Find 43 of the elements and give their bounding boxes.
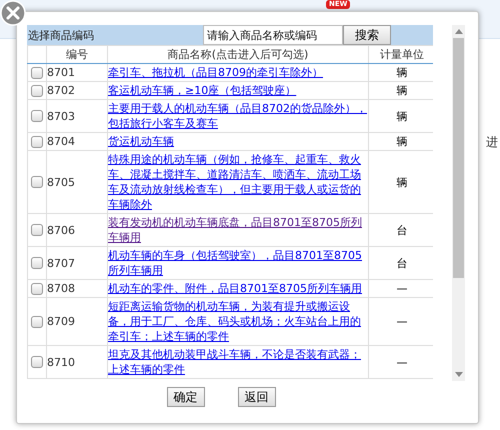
down-arrow-icon[interactable]	[454, 372, 463, 377]
table-cell: 8704	[46, 132, 108, 150]
column-header: 编号	[46, 46, 108, 64]
table-cell: 8703	[46, 100, 108, 132]
row-checkbox[interactable]	[31, 224, 43, 236]
search-button[interactable]: 搜索	[343, 25, 392, 45]
close-icon[interactable]	[0, 0, 26, 26]
up-arrow-icon[interactable]	[454, 29, 463, 34]
dialog-button[interactable]: 确定	[166, 387, 204, 407]
row-checkbox[interactable]	[31, 282, 43, 295]
row-checkbox[interactable]	[31, 257, 43, 270]
row-checkbox[interactable]	[31, 176, 43, 188]
scrollbar[interactable]	[452, 25, 465, 381]
row-checkbox[interactable]	[31, 66, 43, 79]
product-link[interactable]: 牵引车、拖拉机（品目8709的牵引车除外）	[108, 65, 368, 80]
table-cell: 8701	[46, 64, 108, 82]
product-link[interactable]: 装有发动机的机动车辆底盘，品目8701至8705所列车辆用	[108, 215, 368, 245]
dialog-button[interactable]: 返回	[238, 387, 276, 407]
row-checkbox[interactable]	[31, 110, 43, 122]
product-link[interactable]: 特殊用途的机动车辆（例如，抢修车、起重车、救火车、混凝土搅拌车、道路清洁车、喷洒车、流动工场车及流动放射线检查车），但主要用于载人或运货的车辆除外	[108, 152, 368, 212]
row-checkbox[interactable]	[31, 356, 43, 368]
table-cell: 8706	[46, 214, 108, 246]
product-link[interactable]: 坦克及其他机动装甲战斗车辆，不论是否装有武器；上述车辆的零件	[108, 347, 368, 377]
product-link[interactable]: 主要用于载人的机动车辆（品目8702的货品除外），包括旅行小客车及赛车	[108, 101, 368, 131]
column-header: 计量单位	[368, 46, 434, 64]
row-checkbox[interactable]	[31, 316, 43, 328]
product-link[interactable]: 客运机动车辆，≥10座（包括驾驶座）	[108, 83, 368, 98]
scroll-thumb[interactable]	[453, 38, 464, 278]
table-cell: 8707	[46, 246, 108, 280]
row-checkbox[interactable]	[31, 136, 43, 148]
column-header: 商品名称(点击进入后可勾选)	[108, 46, 368, 64]
product-link[interactable]: 机动车的零件、附件，品目8701至8705所列车辆用	[108, 281, 368, 296]
product-link[interactable]: 短距离运输货物的机动车辆，为装有提升或搬运设备，用于工厂、仓库、码头或机场；火车站台上用的牵引车；上述车辆的零件	[108, 299, 368, 344]
row-checkbox[interactable]	[31, 84, 43, 97]
table-cell: 8709	[46, 298, 108, 346]
table-cell: 8708	[46, 280, 108, 298]
table-cell: 8705	[46, 150, 108, 214]
product-link[interactable]: 货运机动车辆	[108, 134, 368, 149]
search-field[interactable]: 请输入商品名称或编码	[203, 25, 344, 45]
product-link[interactable]: 机动车辆的车身（包括驾驶室），品目8701至8705所列车辆用	[108, 248, 368, 278]
table-cell: 8710	[46, 346, 108, 378]
table-cell: 8702	[46, 82, 108, 100]
dialog-title: 选择商品编码	[28, 28, 95, 42]
